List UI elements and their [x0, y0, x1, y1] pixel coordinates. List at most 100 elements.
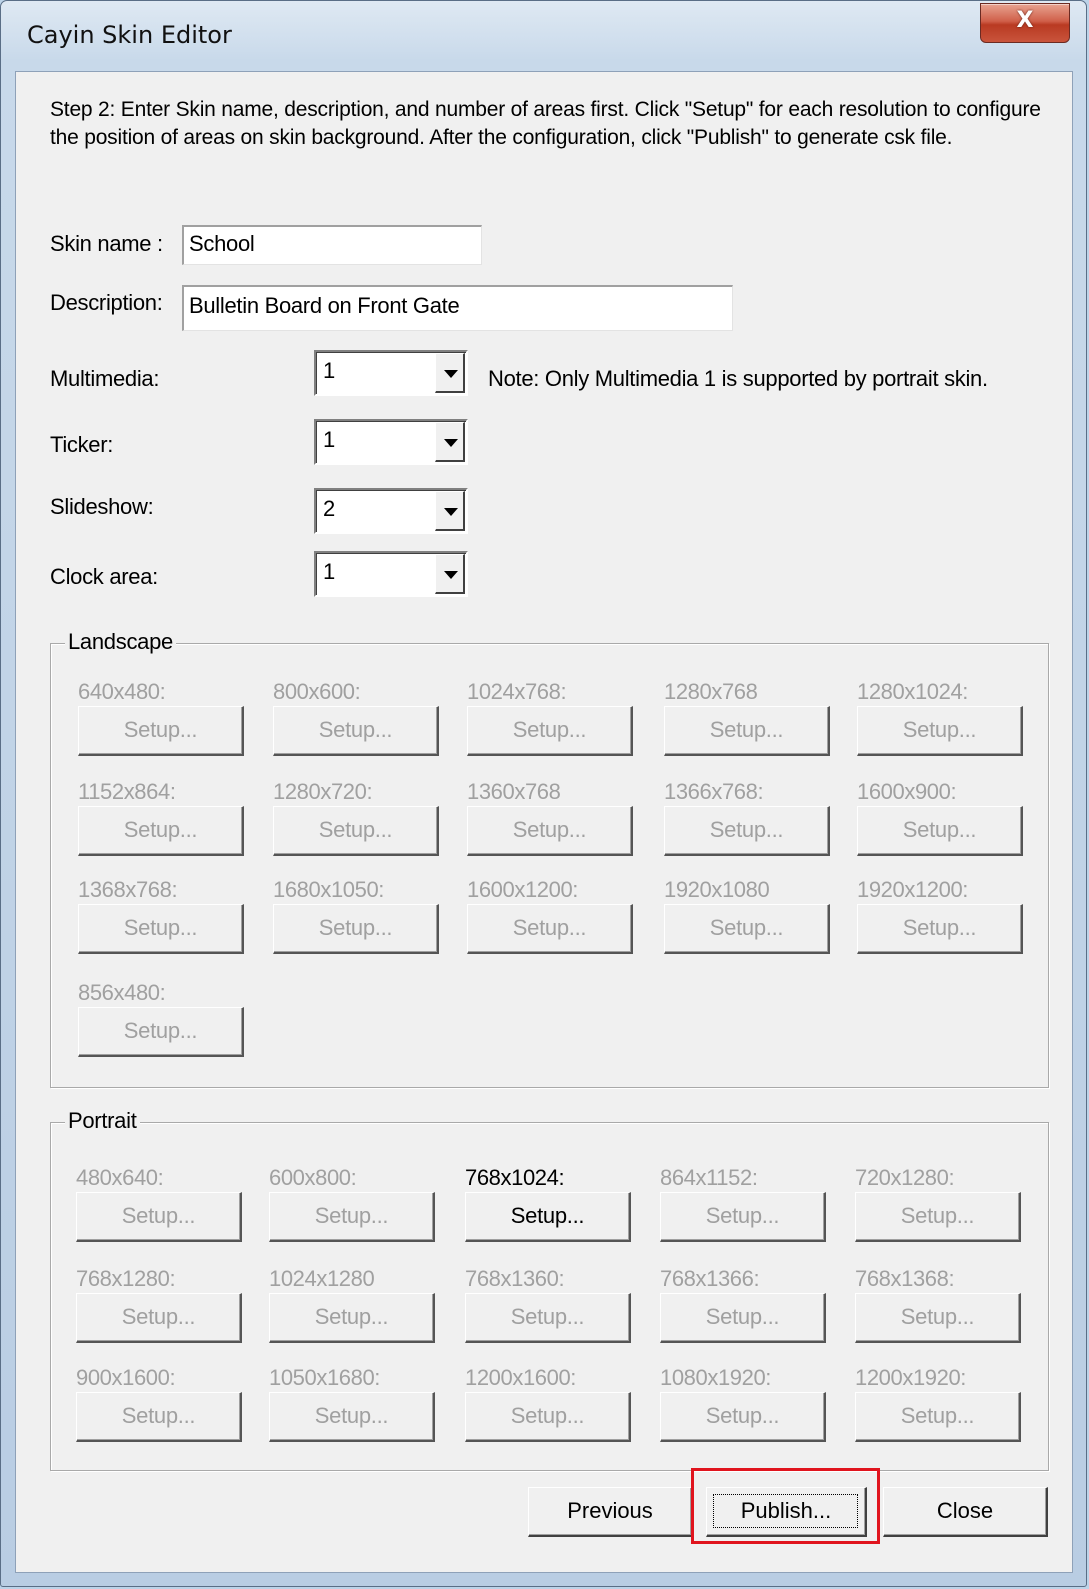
chevron-down-icon[interactable]	[435, 491, 465, 531]
setup-button: Setup...	[78, 1007, 244, 1057]
slideshow-label: Slideshow:	[50, 494, 154, 519]
setup-button[interactable]: Setup...	[465, 1192, 631, 1242]
resolution-cell: 1280x1024: Setup...	[857, 679, 1057, 756]
ticker-select[interactable]: 1	[314, 419, 468, 465]
chevron-down-icon[interactable]	[435, 422, 465, 462]
setup-button: Setup...	[465, 1293, 631, 1343]
resolution-cell: 768x1366: Setup...	[660, 1266, 860, 1343]
setup-button: Setup...	[78, 904, 244, 954]
resolution-label: 480x640:	[76, 1165, 164, 1190]
clock-area-select[interactable]: 1	[314, 551, 468, 597]
resolution-label: 768x1360:	[465, 1266, 565, 1291]
clock-area-value: 1	[323, 559, 336, 584]
resolution-label: 800x600:	[273, 679, 361, 704]
resolution-label: 600x800:	[269, 1165, 357, 1190]
resolution-cell: 1152x864: Setup...	[78, 779, 278, 856]
multimedia-value: 1	[323, 358, 336, 383]
setup-button: Setup...	[855, 1392, 1021, 1442]
resolution-cell: 1366x768: Setup...	[664, 779, 864, 856]
resolution-label: 1680x1050:	[273, 877, 384, 902]
resolution-cell: 800x600: Setup...	[273, 679, 473, 756]
window-close-button[interactable]: X	[980, 3, 1070, 43]
setup-button: Setup...	[467, 806, 633, 856]
title-bar[interactable]: Cayin Skin Editor X	[1, 1, 1086, 71]
resolution-label: 1600x1200:	[467, 877, 578, 902]
setup-button: Setup...	[664, 904, 830, 954]
ticker-value: 1	[323, 427, 336, 452]
setup-button: Setup...	[269, 1192, 435, 1242]
resolution-cell: 1368x768: Setup...	[78, 877, 278, 954]
chevron-down-icon[interactable]	[435, 554, 465, 594]
setup-button: Setup...	[273, 904, 439, 954]
portrait-groupbox: Portrait 480x640: Setup... 600x800: Setup..…	[50, 1108, 1049, 1471]
resolution-cell: 1200x1920: Setup...	[855, 1365, 1055, 1442]
resolution-label: 900x1600:	[76, 1365, 176, 1390]
setup-button: Setup...	[855, 1192, 1021, 1242]
ticker-label: Ticker:	[50, 432, 114, 457]
setup-button: Setup...	[660, 1293, 826, 1343]
close-button[interactable]: Close	[883, 1487, 1048, 1537]
landscape-title: Landscape	[65, 629, 176, 655]
chevron-down-icon[interactable]	[435, 353, 465, 393]
resolution-cell: 1050x1680: Setup...	[269, 1365, 469, 1442]
instructions-text: Step 2: Enter Skin name, description, an…	[50, 98, 1041, 149]
resolution-label: 1280x768	[664, 679, 758, 704]
resolution-cell: 768x1368: Setup...	[855, 1266, 1055, 1343]
resolution-cell: 1920x1200: Setup...	[857, 877, 1057, 954]
multimedia-label: Multimedia:	[50, 366, 160, 391]
resolution-label: 640x480:	[78, 679, 166, 704]
resolution-cell: 1280x768 Setup...	[664, 679, 864, 756]
resolution-cell: 900x1600: Setup...	[76, 1365, 276, 1442]
resolution-cell: 768x1024: Setup...	[465, 1165, 665, 1242]
dialog-client-area: Step 2: Enter Skin name, description, an…	[15, 71, 1073, 1573]
resolution-cell: 1024x768: Setup...	[467, 679, 667, 756]
description-label: Description:	[50, 290, 163, 315]
resolution-cell: 768x1280: Setup...	[76, 1266, 276, 1343]
resolution-cell: 1024x1280 Setup...	[269, 1266, 469, 1343]
resolution-label: 1280x720:	[273, 779, 373, 804]
previous-button[interactable]: Previous	[528, 1487, 693, 1537]
setup-button: Setup...	[76, 1293, 242, 1343]
resolution-cell: 1920x1080 Setup...	[664, 877, 864, 954]
multimedia-note: Note: Only Multimedia 1 is supported by …	[488, 366, 988, 391]
publish-button[interactable]: Publish...	[706, 1487, 867, 1537]
setup-button: Setup...	[467, 706, 633, 756]
window-title: Cayin Skin Editor	[27, 21, 232, 49]
landscape-groupbox: Landscape 640x480: Setup... 800x600: Setup.…	[50, 629, 1049, 1088]
resolution-label: 768x1024:	[465, 1165, 565, 1190]
setup-button: Setup...	[660, 1192, 826, 1242]
resolution-cell: 1200x1600: Setup...	[465, 1365, 665, 1442]
resolution-cell: 1360x768 Setup...	[467, 779, 667, 856]
setup-button: Setup...	[465, 1392, 631, 1442]
description-input[interactable]: Bulletin Board on Front Gate	[182, 285, 733, 331]
resolution-label: 1024x768:	[467, 679, 567, 704]
resolution-label: 1368x768:	[78, 877, 178, 902]
resolution-label: 1050x1680:	[269, 1365, 380, 1390]
setup-button: Setup...	[855, 1293, 1021, 1343]
resolution-cell: 1080x1920: Setup...	[660, 1365, 860, 1442]
setup-button: Setup...	[664, 706, 830, 756]
resolution-label: 1366x768:	[664, 779, 764, 804]
resolution-label: 768x1368:	[855, 1266, 955, 1291]
resolution-label: 1200x1920:	[855, 1365, 966, 1390]
setup-button: Setup...	[269, 1293, 435, 1343]
setup-button: Setup...	[857, 806, 1023, 856]
resolution-label: 856x480:	[78, 980, 166, 1005]
setup-button: Setup...	[660, 1392, 826, 1442]
resolution-label: 1280x1024:	[857, 679, 968, 704]
clock-area-label: Clock area:	[50, 564, 158, 589]
resolution-label: 1024x1280	[269, 1266, 375, 1291]
resolution-label: 864x1152:	[660, 1165, 758, 1190]
close-icon: X	[1016, 8, 1034, 33]
setup-button: Setup...	[78, 706, 244, 756]
resolution-label: 1920x1200:	[857, 877, 968, 902]
skin-name-input[interactable]: School	[182, 225, 482, 265]
resolution-cell: 856x480: Setup...	[78, 980, 278, 1057]
setup-button: Setup...	[76, 1392, 242, 1442]
resolution-cell: 1600x1200: Setup...	[467, 877, 667, 954]
setup-button: Setup...	[76, 1192, 242, 1242]
multimedia-select[interactable]: 1	[314, 350, 468, 396]
focus-rectangle	[713, 1494, 858, 1528]
setup-button: Setup...	[273, 706, 439, 756]
slideshow-select[interactable]: 2	[314, 488, 468, 534]
